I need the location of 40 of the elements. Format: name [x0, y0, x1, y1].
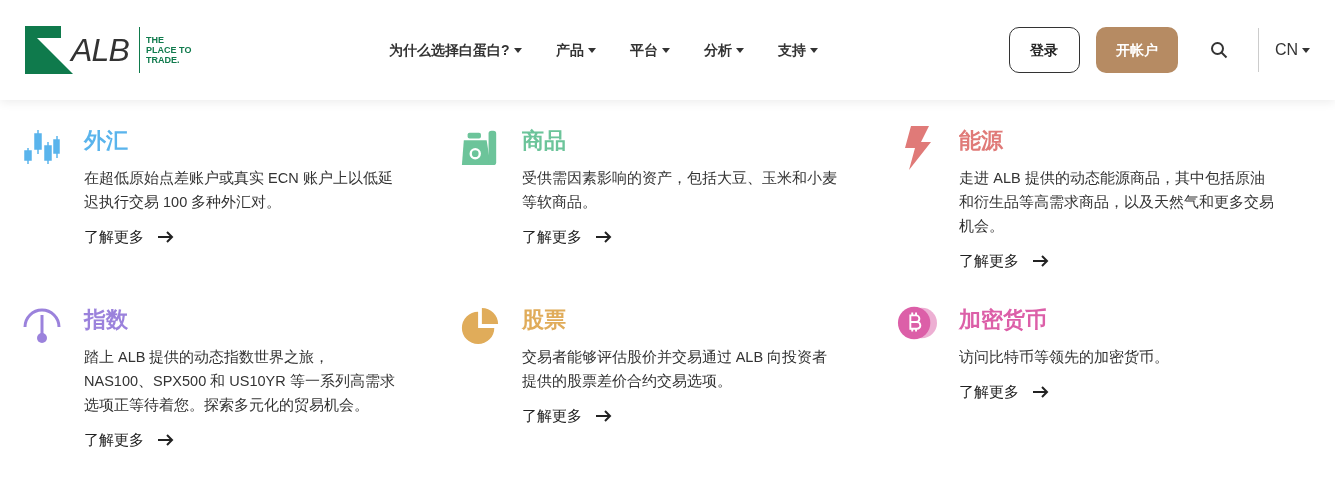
arrow-right-icon	[595, 231, 612, 244]
card-title: 加密货币	[959, 305, 1049, 334]
learn-more-link[interactable]: 了解更多	[521, 226, 612, 249]
arrow-right-icon	[158, 433, 174, 446]
nav-menu-item[interactable]: 产品	[555, 39, 596, 61]
card-title: 指数	[84, 305, 129, 334]
caret-icon	[513, 47, 522, 53]
language-selector[interactable]: CN	[1274, 38, 1310, 62]
caret-icon	[735, 47, 744, 53]
login-button[interactable]: 登录	[1008, 27, 1080, 73]
card-description: 访问比特币等领先的加密货币。	[959, 347, 1170, 367]
learn-more-link[interactable]: 了解更多	[959, 250, 1050, 273]
arrow-right-icon	[158, 231, 174, 244]
nav-menu-item[interactable]: 平台	[629, 39, 670, 61]
card-title: 能源	[959, 127, 1005, 155]
nav-menu-item[interactable]: 支持	[777, 39, 818, 61]
card-description: 踏上 ALB 提供的动态指数世界之旅， NAS100、SPX500 和 US10YR 等一系列高需求 选项正等待着您。探索多元化的贸易机会。	[84, 347, 395, 415]
learn-more-link[interactable]: 了解更多	[84, 226, 174, 249]
caret-icon	[809, 47, 818, 53]
arrow-right-icon	[1033, 255, 1050, 268]
card-description: 在超低原始点差账户或真实 ECN 账户上以低延 迟执行交易 100 多种外汇对。	[84, 169, 393, 212]
card-description: 受供需因素影响的资产，包括大豆、玉米和小麦 等软商品。	[521, 169, 837, 212]
learn-more-link[interactable]: 了解更多	[84, 428, 174, 451]
logo-tagline: THE PLACE TO TRADE.	[146, 35, 192, 65]
arrow-right-icon	[595, 409, 612, 422]
learn-more-link[interactable]: 了解更多	[521, 404, 612, 427]
card-description: 交易者能够评估股价并交易通过 ALB 向投资者 提供的股票差价合约交易选项。	[521, 347, 828, 391]
card-title: 商品	[521, 127, 567, 155]
arrow-right-icon	[1033, 385, 1050, 398]
logo-wordmark: ALB	[71, 31, 130, 70]
card-title: 股票	[521, 305, 567, 334]
caret-icon	[661, 47, 670, 53]
card-description: 走进 ALB 提供的动态能源商品，其中包括原油 和衍生品等高需求商品，以及天然气和更多交易 机会。	[959, 169, 1275, 236]
caret-icon	[587, 47, 596, 53]
caret-icon	[1302, 47, 1310, 53]
search-icon[interactable]	[1209, 41, 1228, 59]
card-title: 外汇	[84, 127, 129, 155]
nav-menu-item[interactable]: 分析	[703, 39, 744, 61]
nav-menu-item[interactable]: 为什么选择白蛋白?	[389, 39, 522, 61]
learn-more-link[interactable]: 了解更多	[959, 380, 1050, 403]
